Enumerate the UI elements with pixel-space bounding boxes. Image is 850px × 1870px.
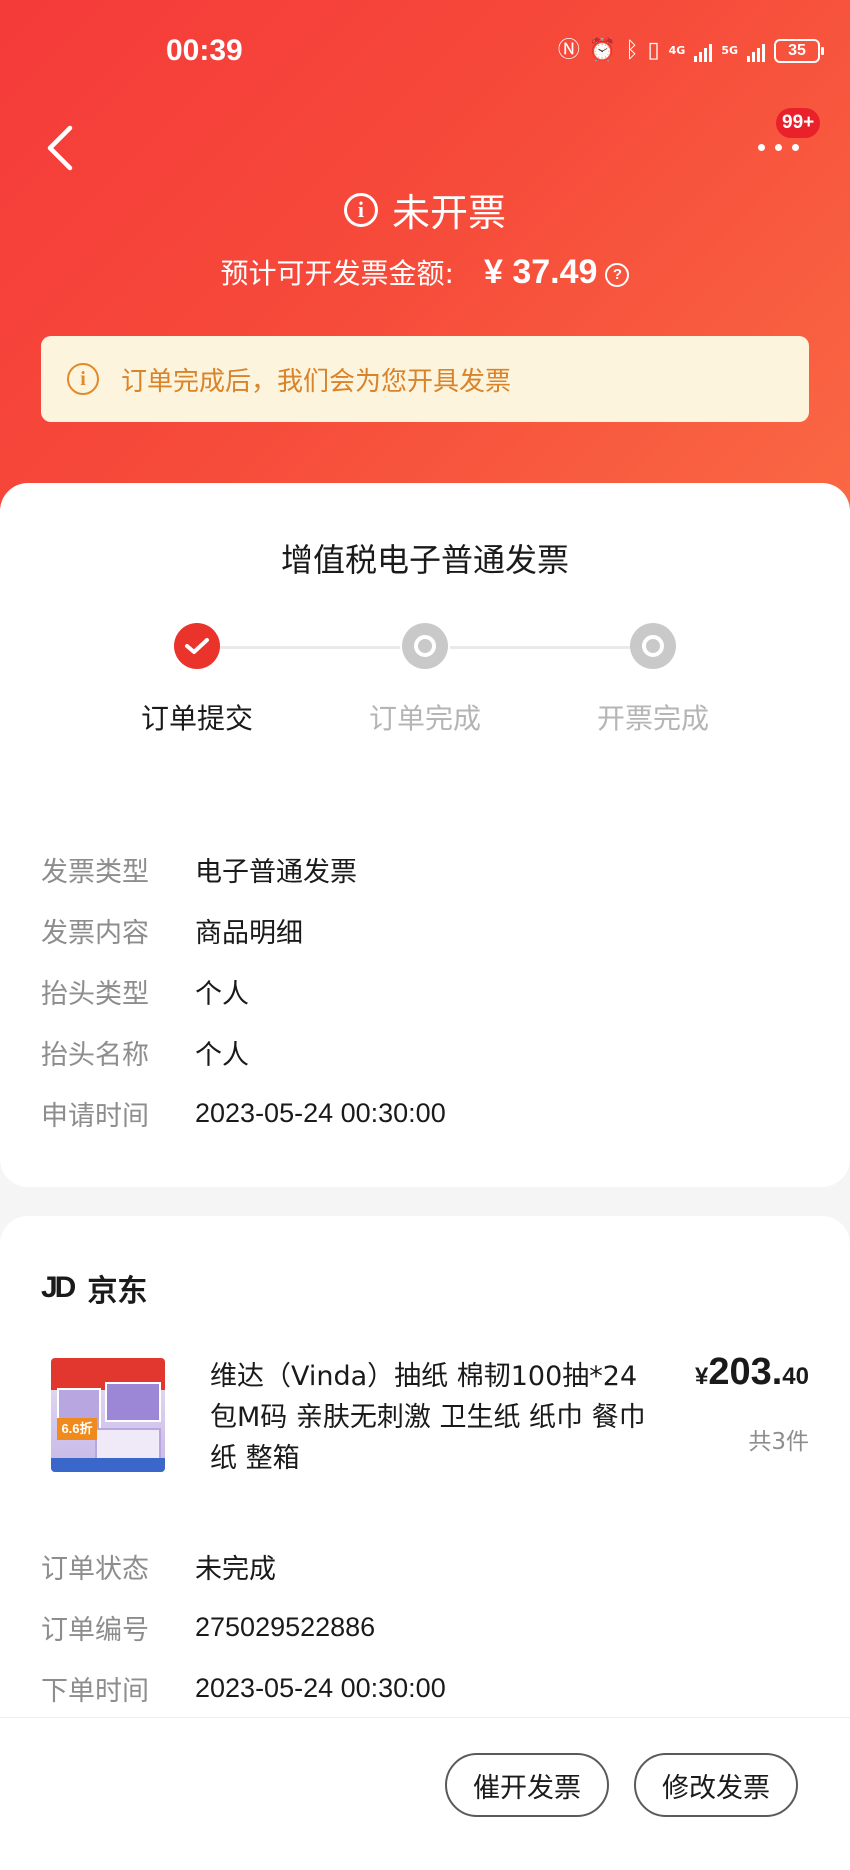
- signal-icon-2: [747, 40, 765, 62]
- bluetooth-icon: ᛒ: [625, 38, 639, 63]
- invoice-card: 增值税电子普通发票 订单提交 订单完成 开票完成 发票类型 电子普通发票 发票内…: [0, 483, 850, 1187]
- invoice-status-text: 未开票: [391, 191, 506, 235]
- step-done-icon: [174, 623, 220, 669]
- modify-invoice-button[interactable]: 修改发票: [634, 1753, 798, 1817]
- product-price: ¥203.40: [695, 1351, 809, 1394]
- detail-key: 下单时间: [41, 1676, 149, 1707]
- more-dots-icon: [758, 144, 799, 151]
- detail-row: 发票内容 商品明细: [41, 900, 446, 961]
- shop-name: 京东: [87, 1274, 148, 1309]
- vibrate-icon: ▯: [647, 38, 660, 63]
- price-integer: 203.: [708, 1351, 783, 1393]
- amount-label: 预计可开发票金额:: [220, 257, 454, 290]
- help-icon[interactable]: ?: [605, 262, 630, 287]
- step-connector: [220, 646, 400, 649]
- battery-icon: 35: [774, 39, 824, 63]
- detail-key: 订单状态: [41, 1554, 149, 1585]
- detail-value: 商品明细: [195, 918, 303, 949]
- detail-value: 个人: [195, 979, 249, 1010]
- invoice-amount-row: 预计可开发票金额: ¥ 37.49 ?: [0, 252, 850, 292]
- detail-key: 发票内容: [41, 918, 149, 949]
- info-icon: i: [67, 363, 99, 395]
- step-label-order-completed: 订单完成: [368, 702, 481, 735]
- detail-row: 抬头名称 个人: [41, 1022, 446, 1083]
- back-button[interactable]: [40, 120, 84, 176]
- invoice-status-title: i 未开票: [0, 182, 850, 237]
- step-pending-icon: [402, 623, 448, 669]
- invoice-details: 发票类型 电子普通发票 发票内容 商品明细 抬头类型 个人 抬头名称 个人 申请…: [41, 839, 446, 1144]
- detail-key: 申请时间: [41, 1101, 149, 1132]
- detail-value: 275029522886: [195, 1612, 376, 1642]
- detail-key: 抬头名称: [41, 1040, 149, 1071]
- shop-row[interactable]: JD 京东: [41, 1266, 147, 1310]
- network-4g-label: 4G: [668, 44, 686, 57]
- product-image[interactable]: 6.6折: [51, 1358, 165, 1472]
- detail-row: 下单时间 2023-05-24 00:30:00: [41, 1658, 446, 1719]
- detail-value: 未完成: [195, 1554, 276, 1585]
- message-badge: 99+: [776, 108, 821, 138]
- price-currency: ¥: [694, 1363, 709, 1390]
- step-label-order-submitted: 订单提交: [140, 702, 253, 735]
- detail-value: 2023-05-24 00:30:00: [195, 1098, 446, 1128]
- detail-key: 订单编号: [41, 1615, 149, 1646]
- product-quantity: 共3件: [748, 1429, 809, 1455]
- detail-value: 电子普通发票: [195, 857, 357, 888]
- order-details: 订单状态 未完成 订单编号 275029522886 下单时间 2023-05-…: [41, 1536, 446, 1719]
- detail-key: 发票类型: [41, 857, 149, 888]
- product-title[interactable]: 维达（Vinda）抽纸 棉韧100抽*24包M码 亲肤无刺激 卫生纸 纸巾 餐巾…: [210, 1356, 650, 1479]
- amount-value: ¥ 37.49: [483, 253, 598, 291]
- detail-value: 个人: [195, 1040, 249, 1071]
- price-decimal: 40: [782, 1363, 809, 1390]
- detail-row: 订单状态 未完成: [41, 1536, 446, 1597]
- notice-banner: i 订单完成后，我们会为您开具发票: [41, 336, 809, 422]
- info-icon: i: [343, 192, 378, 227]
- bottom-action-bar: 催开发票 修改发票: [0, 1717, 850, 1870]
- signal-icon: [694, 40, 713, 62]
- detail-row: 抬头类型 个人: [41, 961, 446, 1022]
- chevron-left-icon: [47, 125, 73, 171]
- detail-row: 申请时间 2023-05-24 00:30:00: [41, 1083, 446, 1144]
- alarm-icon: ⏰: [588, 38, 617, 63]
- invoice-card-title: 增值税电子普通发票: [280, 541, 569, 579]
- check-icon: [185, 638, 209, 654]
- step-connector: [450, 646, 630, 649]
- step-label-invoice-completed: 开票完成: [596, 702, 709, 735]
- step-pending-icon: [630, 623, 676, 669]
- jd-logo: JD: [41, 1271, 76, 1304]
- status-bar: 00:39 Ⓝ ⏰ ᛒ ▯ 4G 5G 35: [0, 0, 850, 110]
- status-icons: Ⓝ ⏰ ᛒ ▯ 4G 5G 35: [557, 38, 824, 64]
- network-5g-label: 5G: [721, 44, 738, 57]
- urge-invoice-button[interactable]: 催开发票: [445, 1753, 609, 1817]
- detail-row: 订单编号 275029522886: [41, 1597, 446, 1658]
- status-time: 00:39: [166, 34, 243, 67]
- invoice-progress-stepper: 订单提交 订单完成 开票完成: [0, 623, 850, 743]
- nfc-icon: Ⓝ: [557, 38, 580, 63]
- product-image-tag: 6.6折: [57, 1418, 97, 1440]
- detail-value: 2023-05-24 00:30:00: [195, 1673, 446, 1703]
- notice-text: 订单完成后，我们会为您开具发票: [121, 366, 512, 397]
- detail-key: 抬头类型: [41, 979, 149, 1010]
- detail-row: 发票类型 电子普通发票: [41, 839, 446, 900]
